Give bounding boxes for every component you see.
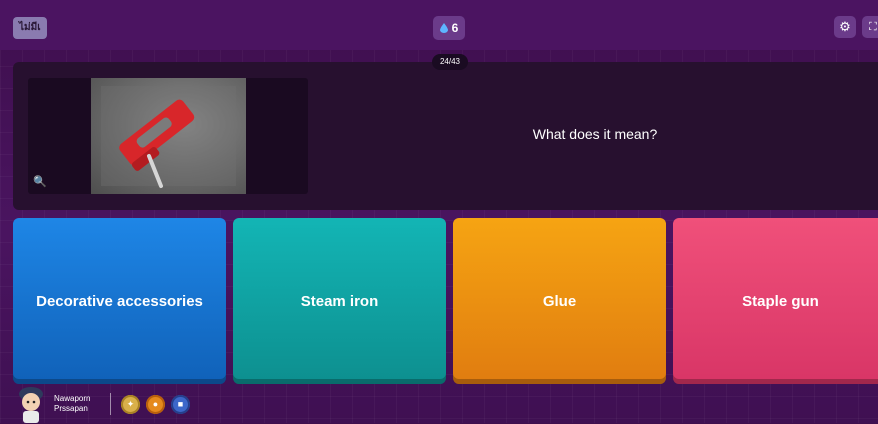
- answer-option-4[interactable]: Staple gun: [673, 218, 878, 384]
- answer-option-2[interactable]: Steam iron: [233, 218, 446, 384]
- question-media[interactable]: [28, 78, 308, 194]
- answer-option-1[interactable]: Decorative accessories: [13, 218, 226, 384]
- answer-option-label: Decorative accessories: [36, 292, 203, 310]
- zoom-in-icon[interactable]: 🔍: [33, 176, 47, 188]
- answer-option-label: Staple gun: [742, 292, 819, 310]
- avatar: [19, 387, 43, 423]
- fullscreen-icon: ⛶: [869, 21, 877, 33]
- streak-badge: 6: [433, 16, 465, 40]
- staple-gun-image: [101, 86, 236, 188]
- player-name: Nawaporn Prssapan: [54, 394, 106, 414]
- water-drop-icon: [439, 23, 448, 33]
- divider: [110, 393, 111, 415]
- answer-option-label: Steam iron: [300, 292, 379, 310]
- question-counter: 24/43: [432, 54, 468, 70]
- streak-count: 6: [451, 21, 459, 35]
- question-text: What does it mean?: [532, 126, 658, 142]
- quit-button[interactable]: ไม่มีเ: [13, 17, 47, 39]
- answer-option-label: Glue: [542, 292, 577, 310]
- top-bar: ไม่มีเ 6 ⚙ ⛶: [0, 0, 878, 50]
- fire-icon[interactable]: ●: [146, 394, 165, 414]
- shield-icon[interactable]: ■: [171, 394, 190, 414]
- gear-icon: ⚙: [839, 19, 851, 34]
- streak-saver-icon[interactable]: ✦: [121, 394, 140, 414]
- question-image: [91, 78, 246, 194]
- player-first-name: Nawaporn: [54, 394, 91, 403]
- settings-button[interactable]: ⚙: [834, 16, 856, 38]
- player-last-name: Prssapan: [54, 404, 88, 413]
- answer-option-3[interactable]: Glue: [453, 218, 666, 384]
- player-bar: Nawaporn Prssapan ✦ ● ■: [14, 384, 196, 424]
- fullscreen-button[interactable]: ⛶: [862, 16, 878, 38]
